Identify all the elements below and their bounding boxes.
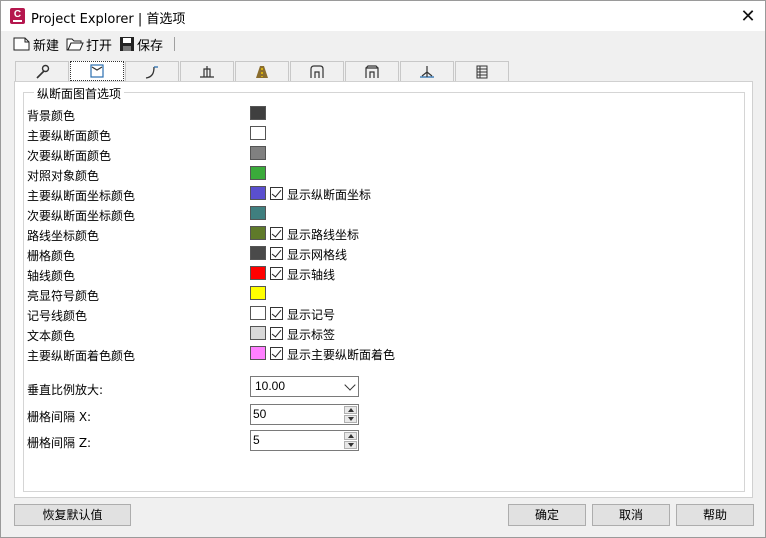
- spin-up-icon[interactable]: [344, 432, 357, 440]
- new-label: 新建: [33, 38, 60, 54]
- tab-table[interactable]: [455, 61, 509, 82]
- vertical-scale-select[interactable]: 10.00: [250, 376, 359, 397]
- secondary-profile-station-color-label: 次要纵断面坐标颜色: [27, 209, 136, 223]
- primary-profile-station-color-swatch[interactable]: [250, 186, 266, 200]
- show-axis-label: 显示轴线: [287, 268, 336, 282]
- grid-interval-x-label: 栅格间隔 X:: [27, 410, 92, 424]
- show-labels-checkbox[interactable]: [270, 327, 283, 340]
- alignment-station-color-label: 路线坐标颜色: [27, 229, 100, 243]
- open-folder-icon: [66, 38, 84, 51]
- vertical-scale-value: 10.00: [255, 379, 286, 393]
- toolbar: 新建 打开 保存: [1, 31, 765, 57]
- grid-interval-z-spinner[interactable]: 5: [250, 430, 359, 451]
- primary-profile-color-label: 主要纵断面颜色: [27, 129, 112, 143]
- background-color-label: 背景颜色: [27, 109, 76, 123]
- show-primary-profile-shading-checkbox[interactable]: [270, 347, 283, 360]
- spin-down-icon[interactable]: [344, 415, 357, 423]
- vertical-scale-label: 垂直比例放大:: [27, 383, 104, 397]
- save-button[interactable]: 保存: [119, 34, 163, 54]
- show-labels-label: 显示标签: [287, 328, 336, 342]
- structure-icon: [310, 65, 324, 78]
- tab-panel: 纵断面图首选项 背景颜色 主要纵断面颜色 次要纵断面颜色 对照对象颜色 主要纵断…: [14, 81, 753, 498]
- grid-color-label: 栅格颜色: [27, 249, 76, 263]
- new-button[interactable]: 新建: [13, 34, 59, 54]
- show-primary-profile-shading-label: 显示主要纵断面着色: [287, 348, 396, 362]
- secondary-profile-color-swatch[interactable]: [250, 146, 266, 160]
- show-profile-stations-label: 显示纵断面坐标: [287, 188, 372, 202]
- primary-profile-shading-color-swatch[interactable]: [250, 346, 266, 360]
- wrench-icon: [36, 64, 50, 79]
- show-alignment-stations-checkbox[interactable]: [270, 227, 283, 240]
- tab-assembly[interactable]: [180, 61, 234, 82]
- grid-interval-x-stepper: [344, 406, 357, 423]
- tab-structure[interactable]: [290, 61, 344, 82]
- grid-interval-z-stepper: [344, 432, 357, 449]
- grid-interval-z-value: 5: [253, 433, 260, 447]
- profile-view-icon: [90, 64, 104, 78]
- new-file-icon: [13, 37, 30, 51]
- grid-interval-x-value: 50: [253, 407, 267, 421]
- alignment-station-color-swatch[interactable]: [250, 226, 266, 240]
- spin-up-icon[interactable]: [344, 406, 357, 414]
- profile-preferences-group: 纵断面图首选项: [23, 85, 745, 492]
- tab-cross-section[interactable]: [400, 61, 454, 82]
- cross-section-icon: [420, 66, 434, 78]
- save-disk-icon: [120, 37, 134, 51]
- title-bar: C Project Explorer | 首选项 ✕: [1, 1, 765, 31]
- open-button[interactable]: 打开: [66, 34, 112, 54]
- open-label: 打开: [86, 38, 113, 54]
- save-label: 保存: [137, 38, 164, 54]
- show-alignment-stations-label: 显示路线坐标: [287, 228, 360, 242]
- group-title: 纵断面图首选项: [34, 85, 125, 102]
- highlight-symbol-color-label: 亮显符号颜色: [27, 289, 100, 303]
- show-profile-stations-checkbox[interactable]: [270, 187, 283, 200]
- alignment-icon: [145, 66, 158, 79]
- table-icon: [476, 65, 488, 79]
- spin-down-icon[interactable]: [344, 441, 357, 449]
- pipe-network-icon: [365, 65, 379, 78]
- corridor-icon: [256, 66, 268, 78]
- tick-line-color-swatch[interactable]: [250, 306, 266, 320]
- primary-profile-color-swatch[interactable]: [250, 126, 266, 140]
- text-color-swatch[interactable]: [250, 326, 266, 340]
- tab-general[interactable]: [15, 61, 69, 82]
- grid-interval-z-label: 栅格间隔 Z:: [27, 436, 92, 450]
- highlight-symbol-color-swatch[interactable]: [250, 286, 266, 300]
- reference-object-color-swatch[interactable]: [250, 166, 266, 180]
- grid-color-swatch[interactable]: [250, 246, 266, 260]
- cancel-button[interactable]: 取消: [592, 504, 670, 526]
- window-title: Project Explorer | 首选项: [31, 12, 186, 27]
- close-button[interactable]: ✕: [731, 1, 765, 31]
- help-button[interactable]: 帮助: [676, 504, 754, 526]
- app-icon: C: [10, 8, 25, 24]
- grid-interval-x-spinner[interactable]: 50: [250, 404, 359, 425]
- chevron-down-icon: [344, 379, 356, 391]
- show-ticks-label: 显示记号: [287, 308, 336, 322]
- toolbar-separator: [174, 37, 175, 51]
- reference-object-color-label: 对照对象颜色: [27, 169, 100, 183]
- tick-line-color-label: 记号线颜色: [27, 309, 88, 323]
- tab-pipe-network[interactable]: [345, 61, 399, 82]
- show-grid-lines-label: 显示网格线: [287, 248, 348, 262]
- background-color-swatch[interactable]: [250, 106, 266, 120]
- restore-defaults-button[interactable]: 恢复默认值: [14, 504, 131, 526]
- primary-profile-station-color-label: 主要纵断面坐标颜色: [27, 189, 136, 203]
- text-color-label: 文本颜色: [27, 329, 76, 343]
- tab-alignment[interactable]: [125, 61, 179, 82]
- axis-color-swatch[interactable]: [250, 266, 266, 280]
- secondary-profile-color-label: 次要纵断面颜色: [27, 149, 112, 163]
- assembly-icon: [200, 66, 214, 78]
- preferences-dialog: C Project Explorer | 首选项 ✕ 新建 打开 保存 纵断面图…: [0, 0, 766, 538]
- axis-color-label: 轴线颜色: [27, 269, 76, 283]
- tab-corridor[interactable]: [235, 61, 289, 82]
- show-axis-checkbox[interactable]: [270, 267, 283, 280]
- secondary-profile-station-color-swatch[interactable]: [250, 206, 266, 220]
- primary-profile-shading-color-label: 主要纵断面着色颜色: [27, 349, 136, 363]
- show-ticks-checkbox[interactable]: [270, 307, 283, 320]
- tab-profile-view[interactable]: [70, 61, 124, 81]
- ok-button[interactable]: 确定: [508, 504, 586, 526]
- show-grid-lines-checkbox[interactable]: [270, 247, 283, 260]
